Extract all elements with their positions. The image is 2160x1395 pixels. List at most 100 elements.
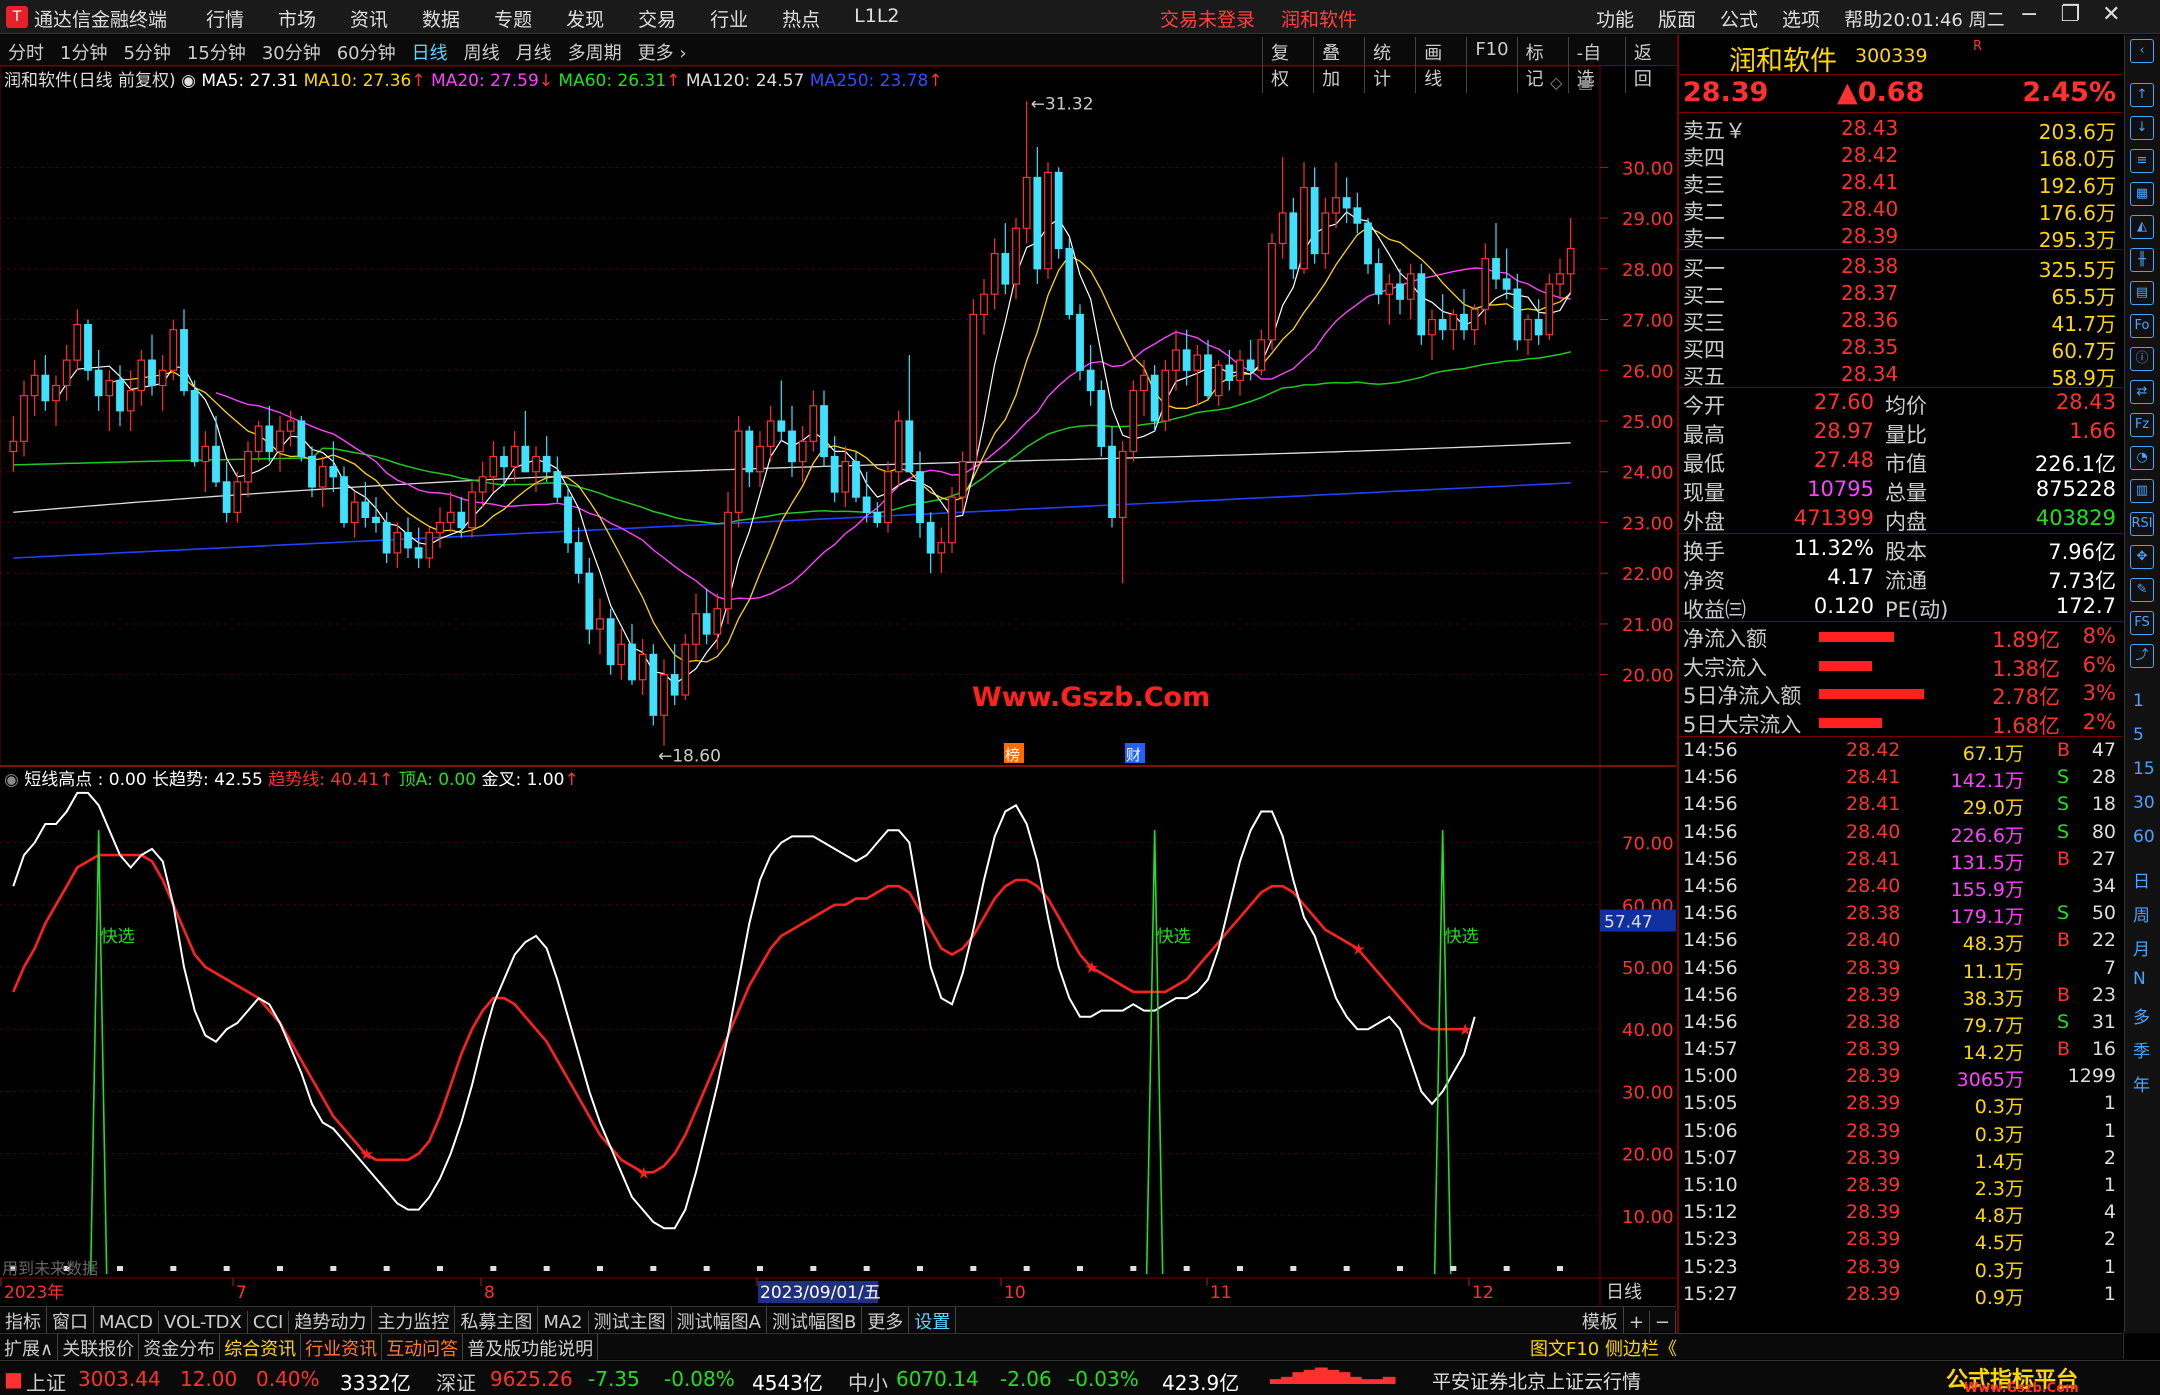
fs-icon[interactable]: FS bbox=[2130, 611, 2154, 635]
indicator-tab-6[interactable]: 主力监控 bbox=[372, 1307, 456, 1335]
arrow-down-icon[interactable]: ↓ bbox=[2130, 116, 2154, 140]
window-icon[interactable]: ▣ bbox=[1578, 73, 1593, 92]
right-menu-4[interactable]: 帮助 bbox=[1844, 9, 1882, 31]
indicator-tab-11[interactable]: 测试幅图B bbox=[767, 1307, 863, 1335]
indicator-tab-0[interactable]: 指标 bbox=[0, 1307, 47, 1335]
menu-2[interactable]: 资讯 bbox=[350, 5, 388, 32]
indicator-tab-1[interactable]: 窗口 bbox=[47, 1307, 94, 1335]
side-period-2[interactable]: 15 bbox=[2133, 759, 2155, 779]
server-label[interactable]: 平安证券北京上证云行情 bbox=[1432, 1367, 1641, 1394]
ext-tab-6[interactable]: 普及版功能说明 bbox=[463, 1334, 599, 1362]
side-period-5[interactable]: 日 bbox=[2133, 867, 2150, 892]
side-period-11[interactable]: 年 bbox=[2133, 1071, 2150, 1096]
zx-name[interactable]: 中小 bbox=[848, 1367, 888, 1395]
menu-3[interactable]: 数据 bbox=[422, 5, 460, 32]
template-button-1[interactable]: + bbox=[1624, 1311, 1650, 1334]
f10-sidebar-toggle[interactable]: 图文F10 侧边栏《 bbox=[1526, 1334, 1681, 1362]
move-icon[interactable]: ✥ bbox=[2130, 545, 2154, 569]
compare-icon[interactable]: ⇄ bbox=[2130, 380, 2154, 404]
menu-9[interactable]: L1L2 bbox=[854, 5, 899, 32]
period-tab-6[interactable]: 日线 bbox=[412, 39, 448, 65]
indicator-tab-13[interactable]: 设置 bbox=[909, 1307, 957, 1335]
ask-level-2[interactable]: 卖三 28.41 192.6万 bbox=[1679, 168, 2122, 198]
rsi-icon[interactable]: RSI bbox=[2130, 512, 2154, 536]
restore-icon[interactable]: ❐ bbox=[2060, 2, 2080, 27]
period-tab-0[interactable]: 分时 bbox=[8, 39, 44, 65]
ext-tab-3[interactable]: 综合资讯 bbox=[220, 1334, 302, 1362]
menu-6[interactable]: 交易 bbox=[638, 5, 676, 32]
bid-level-1[interactable]: 买二 28.37 65.5万 bbox=[1679, 279, 2122, 309]
indicator-tab-10[interactable]: 测试幅图A bbox=[672, 1307, 767, 1335]
side-period-1[interactable]: 5 bbox=[2133, 725, 2144, 745]
side-period-4[interactable]: 60 bbox=[2133, 827, 2155, 847]
f10-icon[interactable]: Fo bbox=[2130, 314, 2154, 338]
period-tab-3[interactable]: 15分钟 bbox=[187, 39, 246, 65]
indicator-tab-7[interactable]: 私募主图 bbox=[455, 1307, 539, 1335]
bid-level-4[interactable]: 买五 28.34 58.9万 bbox=[1679, 360, 2122, 390]
info-icon[interactable]: ⓘ bbox=[2130, 347, 2154, 371]
side-period-7[interactable]: 月 bbox=[2133, 935, 2150, 960]
center-menu-1[interactable]: 润和软件 bbox=[1281, 9, 1357, 31]
calendar-icon[interactable]: ▥ bbox=[2130, 479, 2154, 503]
period-tab-9[interactable]: 多周期 bbox=[568, 39, 622, 65]
menu-0[interactable]: 行情 bbox=[206, 5, 244, 32]
indicator-tab-12[interactable]: 更多 bbox=[862, 1307, 910, 1335]
right-menu-2[interactable]: 公式 bbox=[1720, 9, 1758, 31]
ext-tab-0[interactable]: 扩展∧ bbox=[0, 1334, 59, 1362]
kline-icon[interactable]: ╫ bbox=[2130, 248, 2154, 272]
side-period-0[interactable]: 1 bbox=[2133, 691, 2144, 711]
side-period-8[interactable]: N bbox=[2133, 969, 2146, 989]
side-period-6[interactable]: 周 bbox=[2133, 901, 2150, 926]
right-menu-1[interactable]: 版面 bbox=[1658, 9, 1696, 31]
period-tab-4[interactable]: 30分钟 bbox=[262, 39, 321, 65]
close-icon[interactable]: ✕ bbox=[2102, 2, 2120, 27]
bid-level-2[interactable]: 买三 28.36 41.7万 bbox=[1679, 306, 2122, 336]
indicator-tab-3[interactable]: VOL-TDX bbox=[159, 1311, 248, 1334]
menu-4[interactable]: 专题 bbox=[494, 5, 532, 32]
menu-7[interactable]: 行业 bbox=[710, 5, 748, 32]
grid-icon[interactable]: ▦ bbox=[2130, 182, 2154, 206]
pin-icon[interactable]: ◇ bbox=[1550, 73, 1563, 92]
arrow-up-icon[interactable]: ↑ bbox=[2130, 83, 2154, 107]
right-menu-3[interactable]: 选项 bbox=[1782, 9, 1820, 31]
minimize-icon[interactable]: − bbox=[2020, 2, 2038, 27]
indicator-tab-9[interactable]: 测试主图 bbox=[589, 1307, 672, 1335]
ext-tab-2[interactable]: 资金分布 bbox=[139, 1334, 221, 1362]
period-tab-8[interactable]: 月线 bbox=[516, 39, 552, 65]
table-icon[interactable]: ▤ bbox=[2130, 281, 2154, 305]
sh-name[interactable]: 上证 bbox=[26, 1367, 66, 1395]
sz-name[interactable]: 深证 bbox=[436, 1367, 476, 1395]
period-tab-2[interactable]: 5分钟 bbox=[123, 39, 170, 65]
indicator-tab-4[interactable]: CCI bbox=[248, 1311, 290, 1334]
side-period-3[interactable]: 30 bbox=[2133, 793, 2155, 813]
menu-1[interactable]: 市场 bbox=[278, 5, 316, 32]
fz-icon[interactable]: Fz bbox=[2130, 413, 2154, 437]
right-menu-0[interactable]: 功能 bbox=[1596, 9, 1634, 31]
bid-level-0[interactable]: 买一 28.38 325.5万 bbox=[1679, 252, 2122, 282]
ask-level-1[interactable]: 卖四 28.42 168.0万 bbox=[1679, 141, 2122, 171]
period-tab-7[interactable]: 周线 bbox=[464, 39, 500, 65]
list-icon[interactable]: ≡ bbox=[2130, 149, 2154, 173]
bid-level-3[interactable]: 买四 28.35 60.7万 bbox=[1679, 333, 2122, 363]
side-period-9[interactable]: 多 bbox=[2133, 1003, 2150, 1028]
ask-level-4[interactable]: 卖一 28.39 295.3万 bbox=[1679, 222, 2122, 252]
pen-icon[interactable]: ✎ bbox=[2130, 578, 2154, 602]
share-icon[interactable]: ⤴ bbox=[2130, 644, 2154, 668]
collapse-icon[interactable]: ‹ bbox=[2130, 39, 2154, 63]
menu-8[interactable]: 热点 bbox=[782, 5, 820, 32]
ext-tab-5[interactable]: 互动问答 bbox=[382, 1334, 464, 1362]
kline-chart[interactable]: 30.00 29.00 28.00 27.00 26.00 25.00 24.00 23.00… bbox=[0, 66, 1676, 1306]
chart-icon[interactable]: ◭ bbox=[2130, 215, 2154, 239]
period-tab-5[interactable]: 60分钟 bbox=[337, 39, 396, 65]
side-period-10[interactable]: 季 bbox=[2133, 1037, 2150, 1062]
ext-tab-4[interactable]: 行业资讯 bbox=[301, 1334, 383, 1362]
menu-5[interactable]: 发现 bbox=[566, 5, 604, 32]
clock-icon[interactable]: ◔ bbox=[2130, 446, 2154, 470]
ask-level-3[interactable]: 卖二 28.40 176.6万 bbox=[1679, 195, 2122, 225]
indicator-tab-2[interactable]: MACD bbox=[94, 1311, 159, 1334]
indicator-tab-8[interactable]: MA2 bbox=[538, 1311, 589, 1334]
period-tab-10[interactable]: 更多 › bbox=[638, 39, 687, 65]
ask-level-0[interactable]: 卖五￥ 28.43 203.6万 bbox=[1679, 114, 2122, 144]
template-button-2[interactable]: − bbox=[1650, 1311, 1676, 1334]
ext-tab-1[interactable]: 关联报价 bbox=[58, 1334, 140, 1362]
